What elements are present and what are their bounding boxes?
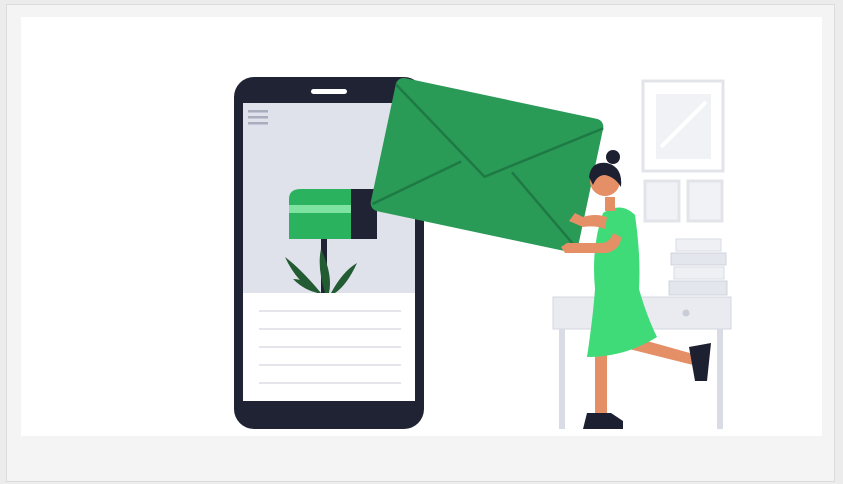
phone-speaker (311, 89, 347, 94)
front-shoe (583, 413, 623, 429)
small-frame-right (686, 179, 724, 223)
hair-bun (606, 150, 620, 164)
dress (587, 207, 657, 357)
wall-decor (641, 79, 725, 223)
book-stack-mid (670, 252, 727, 266)
front-leg (595, 353, 607, 415)
menu-icon (248, 110, 268, 125)
book-stack-low (673, 266, 725, 280)
back-shoe (689, 343, 711, 381)
book-stack-bottom (668, 280, 728, 296)
email-illustration (234, 77, 732, 429)
drawer-knob (682, 309, 690, 317)
small-frame-left (643, 179, 681, 223)
desk-leg-right (717, 329, 723, 429)
book-stack-top (675, 238, 722, 252)
illustration-card (21, 17, 822, 436)
image-frame (6, 4, 835, 482)
desk-leg-left (559, 329, 565, 429)
neck (605, 197, 615, 211)
